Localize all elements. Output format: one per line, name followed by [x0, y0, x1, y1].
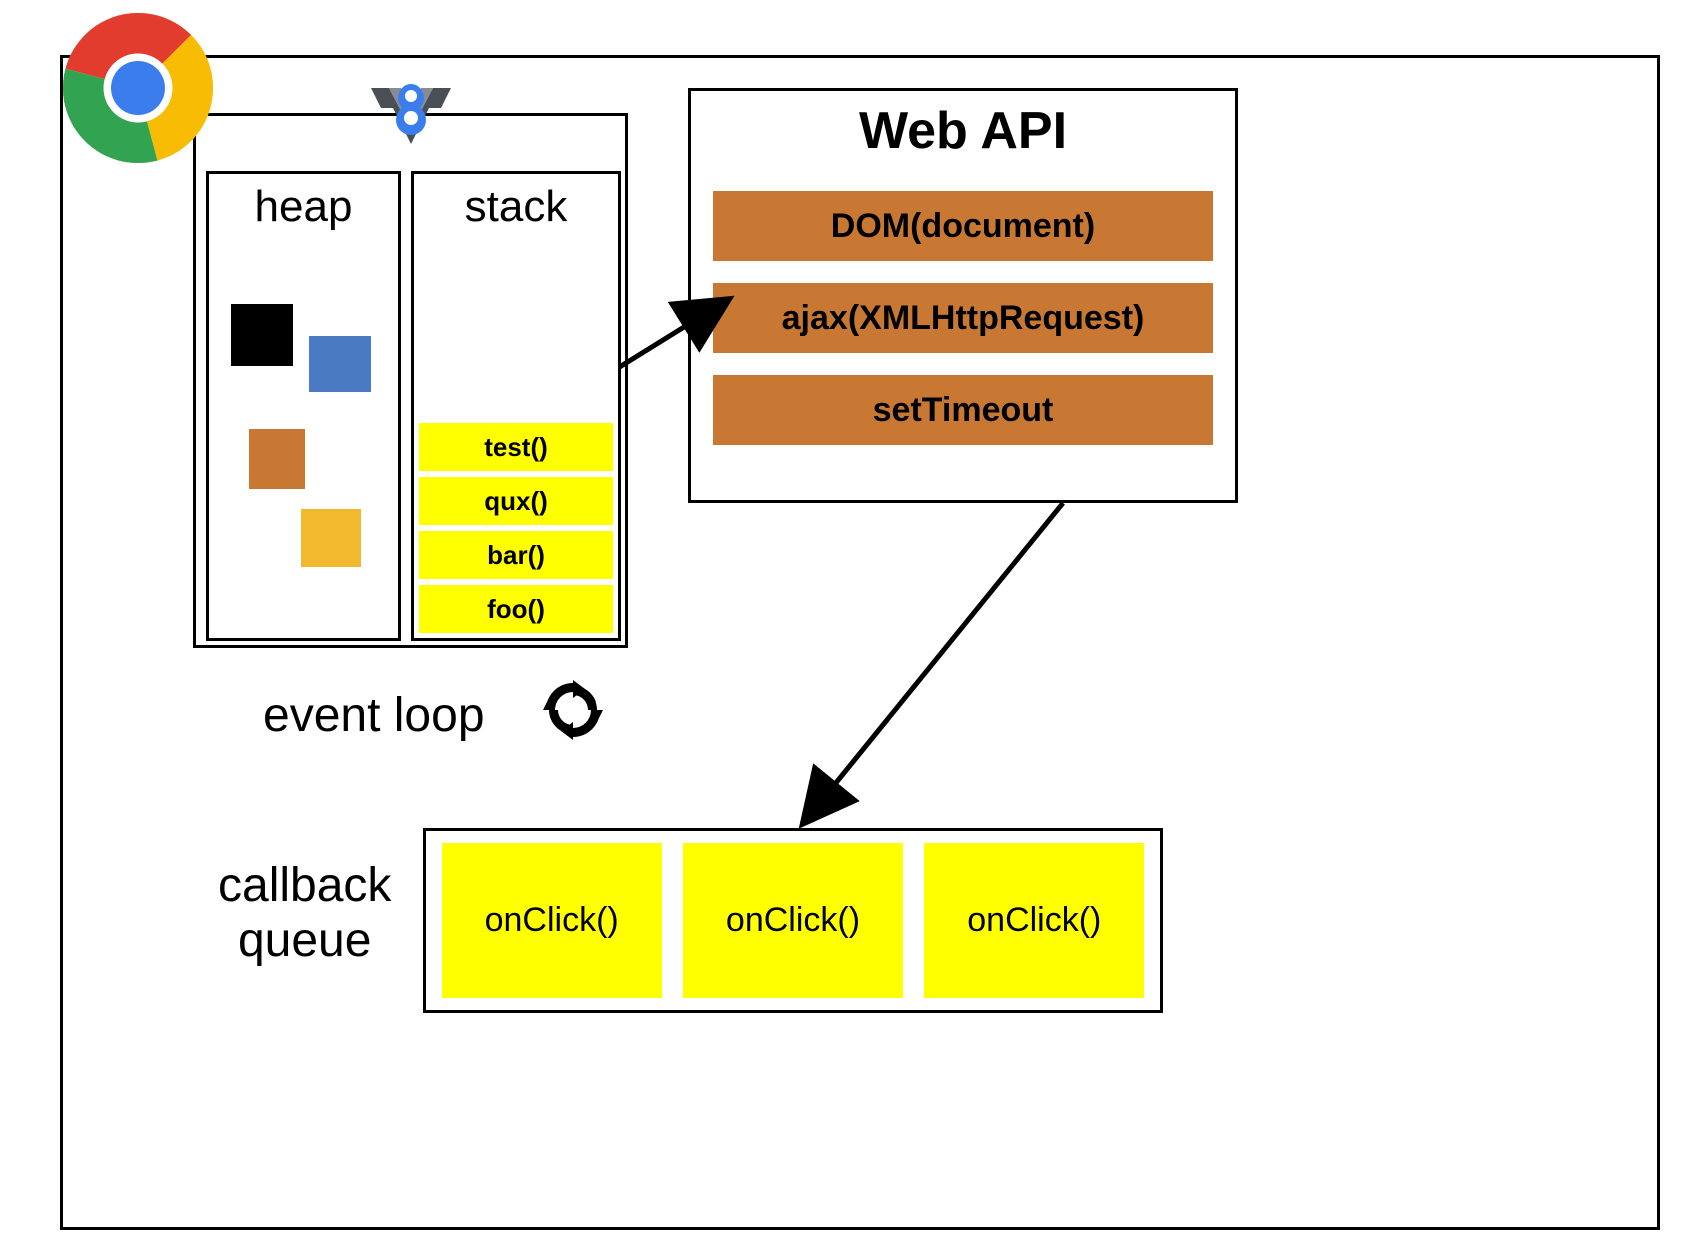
stack-frames: test() qux() bar() foo(): [419, 423, 613, 633]
web-api-item: DOM(document): [713, 191, 1213, 261]
heap-object: [231, 304, 293, 366]
arrow-webapi-to-queue: [793, 503, 1073, 833]
diagram-frame: heap stack test() qux() bar() foo() Web …: [60, 55, 1660, 1230]
stack-title: stack: [414, 182, 618, 232]
stack-frame: qux(): [419, 477, 613, 525]
web-api-items: DOM(document) ajax(XMLHttpRequest) setTi…: [713, 191, 1213, 445]
web-api-box: Web API DOM(document) ajax(XMLHttpReques…: [688, 88, 1238, 503]
web-api-item: ajax(XMLHttpRequest): [713, 283, 1213, 353]
v8-icon: [371, 80, 451, 152]
heap-object: [301, 509, 361, 567]
chrome-icon: [63, 13, 213, 163]
callback-item: onClick(): [924, 843, 1144, 998]
callback-queue-label: callback queue: [218, 858, 391, 968]
stack-frame: bar(): [419, 531, 613, 579]
loop-icon: [543, 680, 603, 740]
callback-item: onClick(): [442, 843, 662, 998]
callback-item: onClick(): [683, 843, 903, 998]
web-api-item: setTimeout: [713, 375, 1213, 445]
heap-title: heap: [209, 182, 398, 232]
heap-object: [249, 429, 305, 489]
stack-frame: test(): [419, 423, 613, 471]
callback-label-line2: queue: [238, 914, 371, 967]
stack-frame: foo(): [419, 585, 613, 633]
callback-label-line1: callback: [218, 859, 391, 912]
v8-engine-box: heap stack test() qux() bar() foo(): [193, 113, 628, 648]
callback-queue-box: onClick() onClick() onClick(): [423, 828, 1163, 1013]
event-loop-label: event loop: [263, 688, 485, 743]
heap-box: heap: [206, 171, 401, 641]
heap-object: [309, 336, 371, 392]
stack-box: stack test() qux() bar() foo(): [411, 171, 621, 641]
web-api-title: Web API: [691, 101, 1235, 161]
